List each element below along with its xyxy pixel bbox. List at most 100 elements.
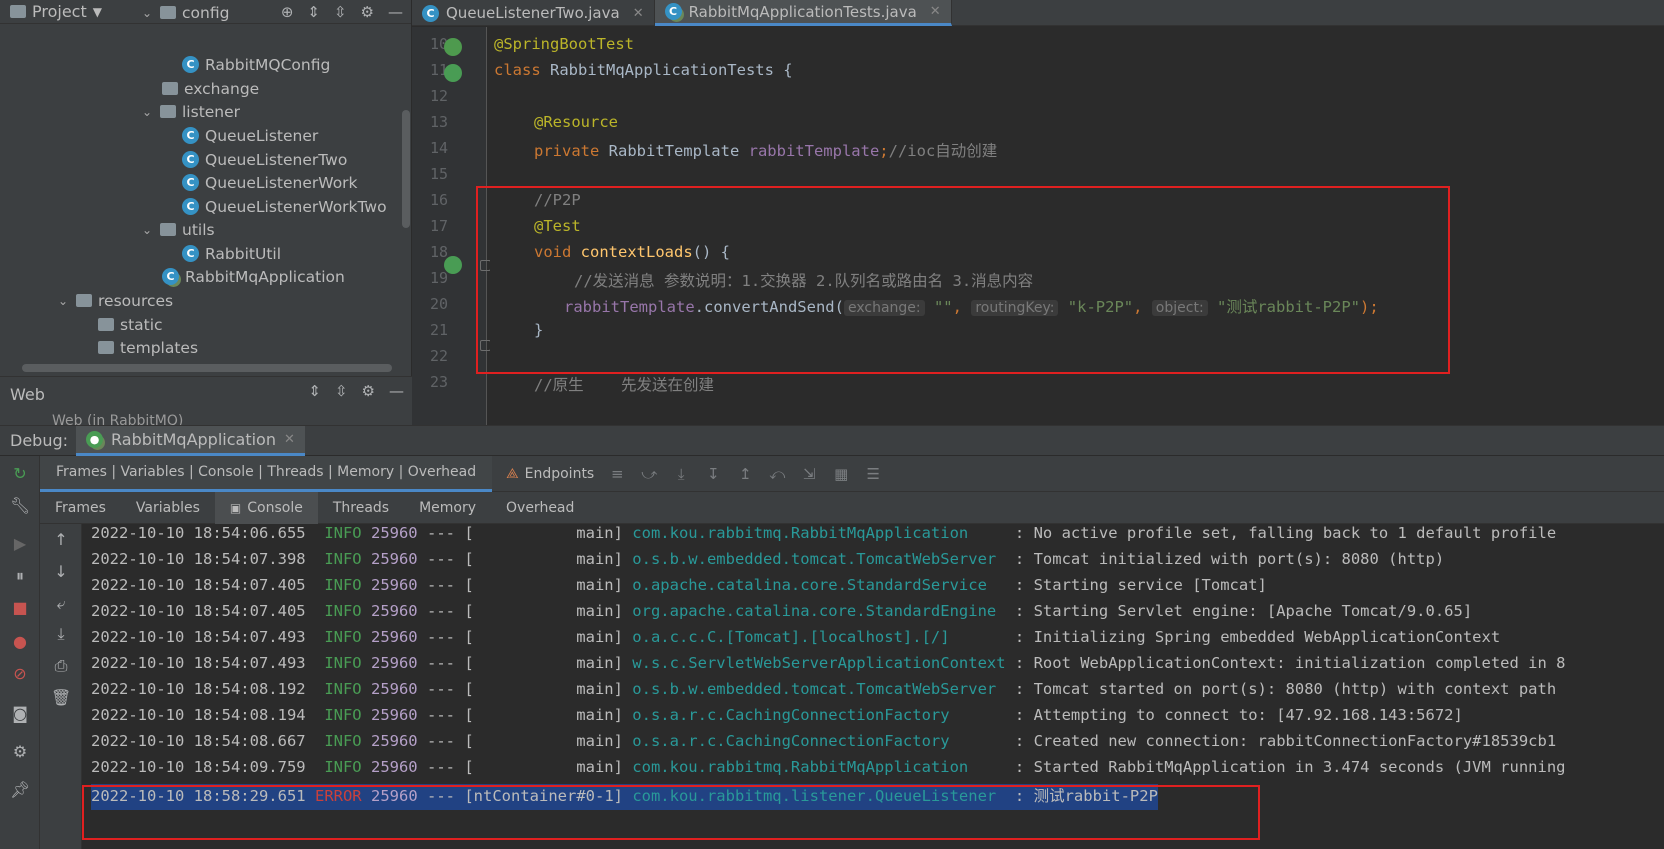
gear-icon[interactable]: ⚙: [361, 3, 374, 21]
web-panel-title: Web: [10, 384, 45, 404]
tree-item-utils[interactable]: ⌄ utils: [140, 217, 215, 242]
tree-item-queuelistener[interactable]: C QueueListener: [182, 123, 318, 148]
tab-debug-session[interactable]: ● RabbitMqApplication ✕: [76, 425, 305, 456]
class-icon: C: [182, 245, 199, 262]
code-text: RabbitMqApplicationTests {: [550, 61, 793, 79]
step-over-icon[interactable]: ⤓: [672, 465, 690, 483]
tree-item-rabbitmqconfig[interactable]: C RabbitMQConfig: [182, 52, 330, 77]
class-icon: C: [182, 174, 199, 191]
soft-wrap-icon[interactable]: ⤶: [51, 594, 71, 614]
arrow-down-icon[interactable]: ↓: [51, 562, 71, 582]
expand-all-icon[interactable]: ⇕: [308, 382, 321, 400]
tab-rabbitmqapplicationtests[interactable]: C RabbitMqApplicationTests.java ✕: [654, 0, 952, 26]
scroll-to-end-icon[interactable]: ⤓: [51, 624, 71, 644]
tab-memory[interactable]: Memory: [404, 492, 491, 524]
gear-icon[interactable]: ⚙: [362, 382, 375, 400]
pause-icon[interactable]: ⏸︎: [10, 566, 30, 586]
tree-item-config[interactable]: ⌄ config: [140, 0, 229, 25]
log-line: 2022-10-10 18:54:09.759 INFO 25960 --- […: [91, 758, 1566, 776]
tree-item-listener[interactable]: ⌄ listener: [140, 99, 240, 124]
debug-toolbar: Frames | Variables | Console | Threads |…: [40, 455, 1664, 492]
class-icon: C: [182, 198, 199, 215]
tab-threads[interactable]: Threads: [318, 492, 404, 524]
tab-queuelistenertwo[interactable]: C QueueListenerTwo.java ✕: [412, 0, 655, 26]
project-view-selector[interactable]: Project ▼: [10, 2, 102, 21]
chevron-down-icon: ⌄: [57, 293, 69, 308]
tab-debugger-layout[interactable]: Frames | Variables | Console | Threads |…: [40, 455, 493, 492]
camera-icon[interactable]: ◙: [10, 704, 30, 724]
line-number: 10: [429, 35, 448, 53]
tab-overhead[interactable]: Overhead: [491, 492, 589, 524]
endpoints-icon: ⟁: [506, 465, 519, 482]
stop-icon[interactable]: ■: [10, 598, 30, 618]
tree-item-queuelistenerwork[interactable]: C QueueListenerWork: [182, 170, 358, 195]
folder-icon: [160, 223, 176, 236]
close-icon[interactable]: ✕: [633, 6, 644, 21]
chevron-down-icon: ⌄: [141, 222, 153, 237]
locate-icon[interactable]: ⊕: [281, 3, 294, 21]
code-text: ;: [879, 142, 889, 160]
line-number: 21: [429, 321, 448, 339]
tree-item-templates[interactable]: templates: [98, 335, 198, 360]
close-icon[interactable]: ✕: [284, 432, 295, 447]
tab-endpoints[interactable]: ⟁ Endpoints: [506, 466, 594, 482]
step-into-icon[interactable]: ↧: [704, 465, 722, 483]
folder-icon: [98, 318, 114, 331]
resume-icon[interactable]: ▶: [10, 534, 30, 554]
run-to-cursor-icon[interactable]: ⇲: [800, 465, 818, 483]
vertical-scrollbar[interactable]: [402, 110, 410, 228]
minimize-icon[interactable]: —: [388, 3, 403, 21]
folder-icon: [10, 5, 26, 18]
expand-all-icon[interactable]: ⇕: [307, 3, 320, 21]
collapse-all-icon[interactable]: ⇳: [335, 382, 348, 400]
show-execution-point-icon[interactable]: ⤻: [640, 465, 658, 483]
tree-item-queuelistenertwo[interactable]: C QueueListenerTwo: [182, 147, 347, 172]
folder-icon: [160, 105, 176, 118]
tab-variables[interactable]: Variables: [121, 492, 215, 524]
tree-item-queuelistenerworktwo[interactable]: C QueueListenerWorkTwo: [182, 194, 387, 219]
arrow-up-icon[interactable]: ↑: [51, 530, 71, 550]
minimize-icon[interactable]: —: [389, 382, 404, 400]
debug-subtabs: Frames Variables ▣ Console Threads Memor…: [40, 491, 1664, 524]
rerun-icon[interactable]: ↻: [10, 464, 30, 484]
chevron-down-icon: ⌄: [141, 104, 153, 119]
line-number: 17: [429, 217, 448, 235]
code-annotation: @Resource: [534, 113, 618, 131]
web-panel: Web ⇕ ⇳ ⚙ — Web (in RabbitMQ): [0, 376, 412, 426]
code-keyword: class: [494, 61, 550, 79]
console-icon: ▣: [229, 500, 242, 515]
print-icon[interactable]: ⎙: [51, 656, 71, 676]
class-icon: C: [422, 4, 439, 22]
code-keyword: private: [534, 142, 609, 160]
horizontal-scrollbar[interactable]: [22, 364, 392, 372]
close-icon[interactable]: ✕: [930, 4, 941, 19]
tab-console[interactable]: ▣ Console: [214, 491, 318, 524]
mute-breakpoints-icon[interactable]: ⊘: [10, 664, 30, 684]
run-test-icon[interactable]: [444, 64, 462, 82]
trash-icon[interactable]: 🗑︎: [51, 688, 71, 708]
gear-icon[interactable]: ⚙: [10, 742, 30, 762]
wrench-icon[interactable]: 🔧︎: [10, 496, 30, 516]
tree-item-rabbitutil[interactable]: C RabbitUtil: [182, 241, 281, 266]
tree-item-static[interactable]: static: [98, 312, 163, 337]
tab-frames[interactable]: Frames: [40, 492, 121, 524]
collapse-all-icon[interactable]: ⇳: [334, 3, 347, 21]
tree-item-rabbitmqapplication[interactable]: C RabbitMqApplication: [162, 264, 345, 289]
drop-frame-icon[interactable]: ⤺: [768, 465, 786, 483]
trace-icon[interactable]: ☰: [864, 465, 882, 483]
spring-bean-icon[interactable]: [444, 38, 462, 56]
log-line: 2022-10-10 18:54:07.405 INFO 25960 --- […: [91, 576, 1267, 594]
log-line: 2022-10-10 18:54:08.194 INFO 25960 --- […: [91, 706, 1463, 724]
menu-icon[interactable]: ≡: [608, 465, 626, 483]
class-icon: C: [182, 127, 199, 144]
pin-icon[interactable]: 📌︎: [10, 780, 30, 800]
line-number: 20: [429, 295, 448, 313]
tree-item-resources[interactable]: ⌄ resources: [56, 288, 173, 313]
evaluate-icon[interactable]: ▦: [832, 465, 850, 483]
tree-item-exchange[interactable]: exchange: [162, 76, 259, 101]
view-breakpoints-icon[interactable]: ●: [10, 632, 30, 652]
step-out-icon[interactable]: ↥: [736, 465, 754, 483]
log-line: 2022-10-10 18:54:06.655 INFO 25960 --- […: [91, 524, 1557, 542]
line-number: 11: [429, 61, 448, 79]
run-test-icon[interactable]: [444, 256, 462, 274]
